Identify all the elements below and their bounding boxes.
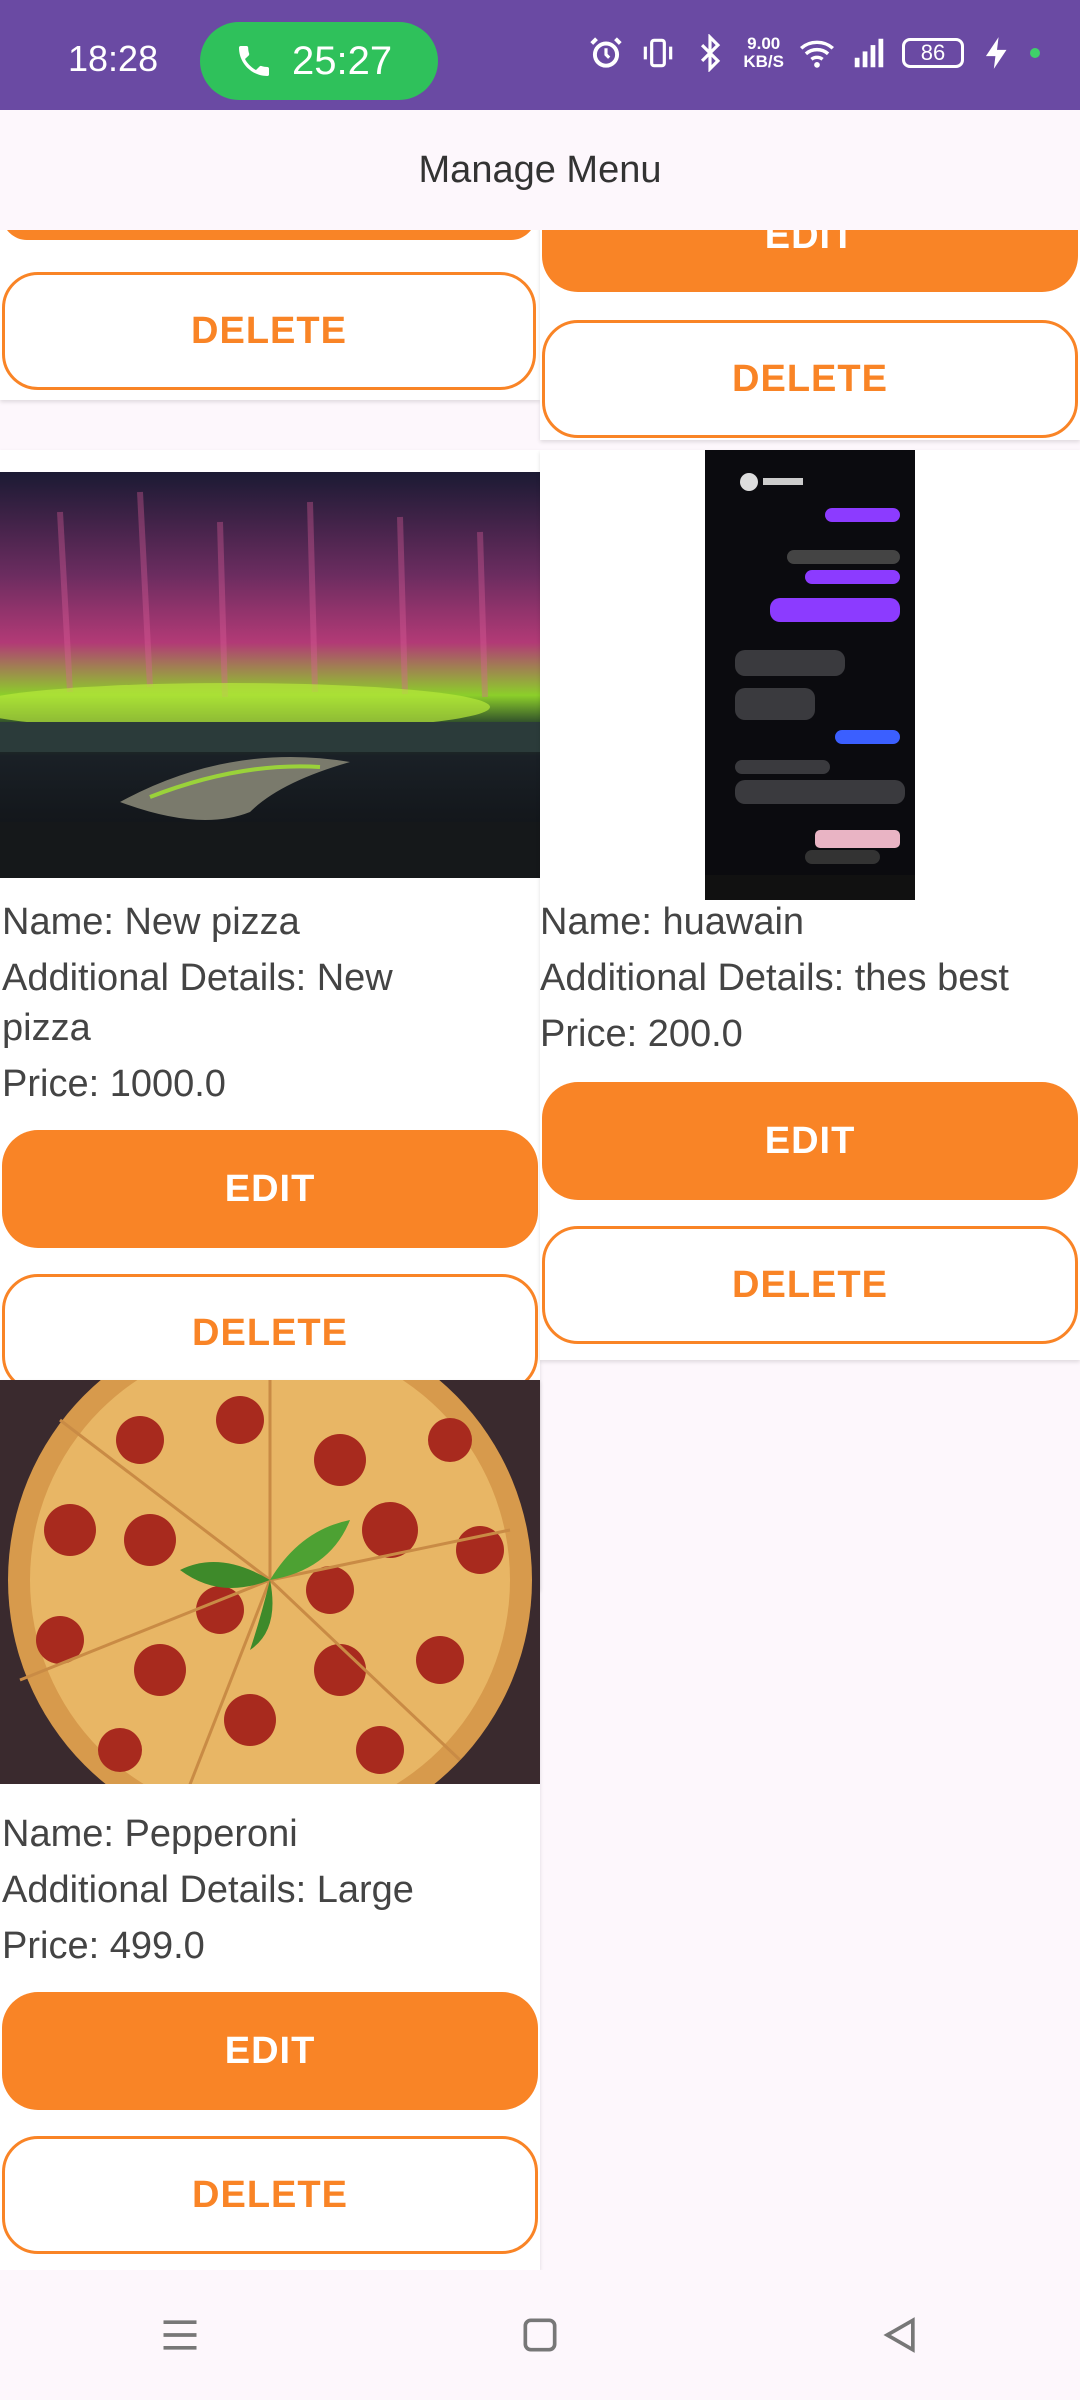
- battery-indicator: 86: [902, 38, 964, 68]
- edit-button[interactable]: EDIT: [2, 1130, 538, 1248]
- status-icons: 9.00 KB/S 86: [587, 34, 1040, 72]
- delete-button[interactable]: DELETE: [542, 1226, 1078, 1344]
- menu-card-partial-right: EDIT DELETE: [540, 230, 1080, 440]
- ongoing-call-pill[interactable]: 25:27: [200, 22, 438, 100]
- vibrate-icon: [644, 38, 673, 68]
- edit-button-partial-right[interactable]: EDIT: [542, 230, 1078, 292]
- phone-icon: [239, 46, 269, 76]
- item-price: Price: 499.0: [2, 1925, 205, 1967]
- recents-button[interactable]: [150, 2305, 210, 2365]
- network-speed-value: 9.00: [747, 34, 781, 53]
- item-name: Name: huawain: [540, 901, 805, 943]
- item-details: Additional Details: New: [2, 957, 393, 999]
- item-details: Additional Details: Large: [2, 1869, 414, 1911]
- privacy-dot: [1030, 48, 1040, 58]
- menu-card: Name: Pepperoni Additional Details: Larg…: [0, 1380, 540, 2270]
- network-speed: 9.00 KB/S: [743, 35, 784, 71]
- edit-button[interactable]: EDIT: [2, 1992, 538, 2110]
- network-speed-unit: KB/S: [743, 52, 784, 71]
- item-image-chat: [705, 450, 915, 900]
- delete-button[interactable]: DELETE: [2, 2136, 538, 2254]
- delete-button-partial-right[interactable]: DELETE: [542, 320, 1078, 438]
- item-price: Price: 200.0: [540, 1013, 743, 1055]
- app-bar: Manage Menu: [0, 110, 1080, 230]
- call-duration: 25:27: [292, 38, 393, 83]
- item-price: Price: 1000.0: [2, 1063, 226, 1105]
- menu-grid[interactable]: DELETE EDIT DELETE Name: New pizza Addit…: [0, 230, 1080, 2270]
- item-details: Additional Details: thes best: [540, 957, 1009, 999]
- delete-button[interactable]: DELETE: [2, 1274, 538, 1392]
- menu-card: Name: huawain Additional Details: thes b…: [540, 450, 1080, 1360]
- alarm-icon: [590, 37, 623, 68]
- page-title: Manage Menu: [418, 148, 662, 191]
- item-image-pepperoni-pizza: [0, 1380, 540, 1784]
- edit-button[interactable]: EDIT: [542, 1082, 1078, 1200]
- charging-bolt-icon: [985, 37, 1007, 69]
- menu-icon: [163, 2320, 197, 2350]
- status-time: 18:28: [68, 38, 159, 79]
- bluetooth-icon: [701, 34, 721, 72]
- item-image-aurora: [0, 472, 540, 878]
- item-name: Name: Pepperoni: [2, 1813, 298, 1855]
- item-name: Name: New pizza: [2, 901, 300, 943]
- edit-button-partial[interactable]: [2, 230, 536, 240]
- signal-icon: [854, 38, 884, 68]
- back-triangle-icon: [883, 2317, 915, 2353]
- item-details-cont: pizza: [2, 1007, 91, 1049]
- menu-card-partial-left: DELETE: [0, 230, 540, 400]
- home-square-icon: [523, 2318, 557, 2352]
- system-nav-bar: [0, 2270, 1080, 2400]
- status-bar: 18:28 25:27 9.00 KB/S 86: [0, 0, 1080, 110]
- home-button[interactable]: [510, 2305, 570, 2365]
- back-button[interactable]: [870, 2305, 930, 2365]
- delete-button-partial-left[interactable]: DELETE: [2, 272, 536, 390]
- wifi-icon: [799, 40, 835, 68]
